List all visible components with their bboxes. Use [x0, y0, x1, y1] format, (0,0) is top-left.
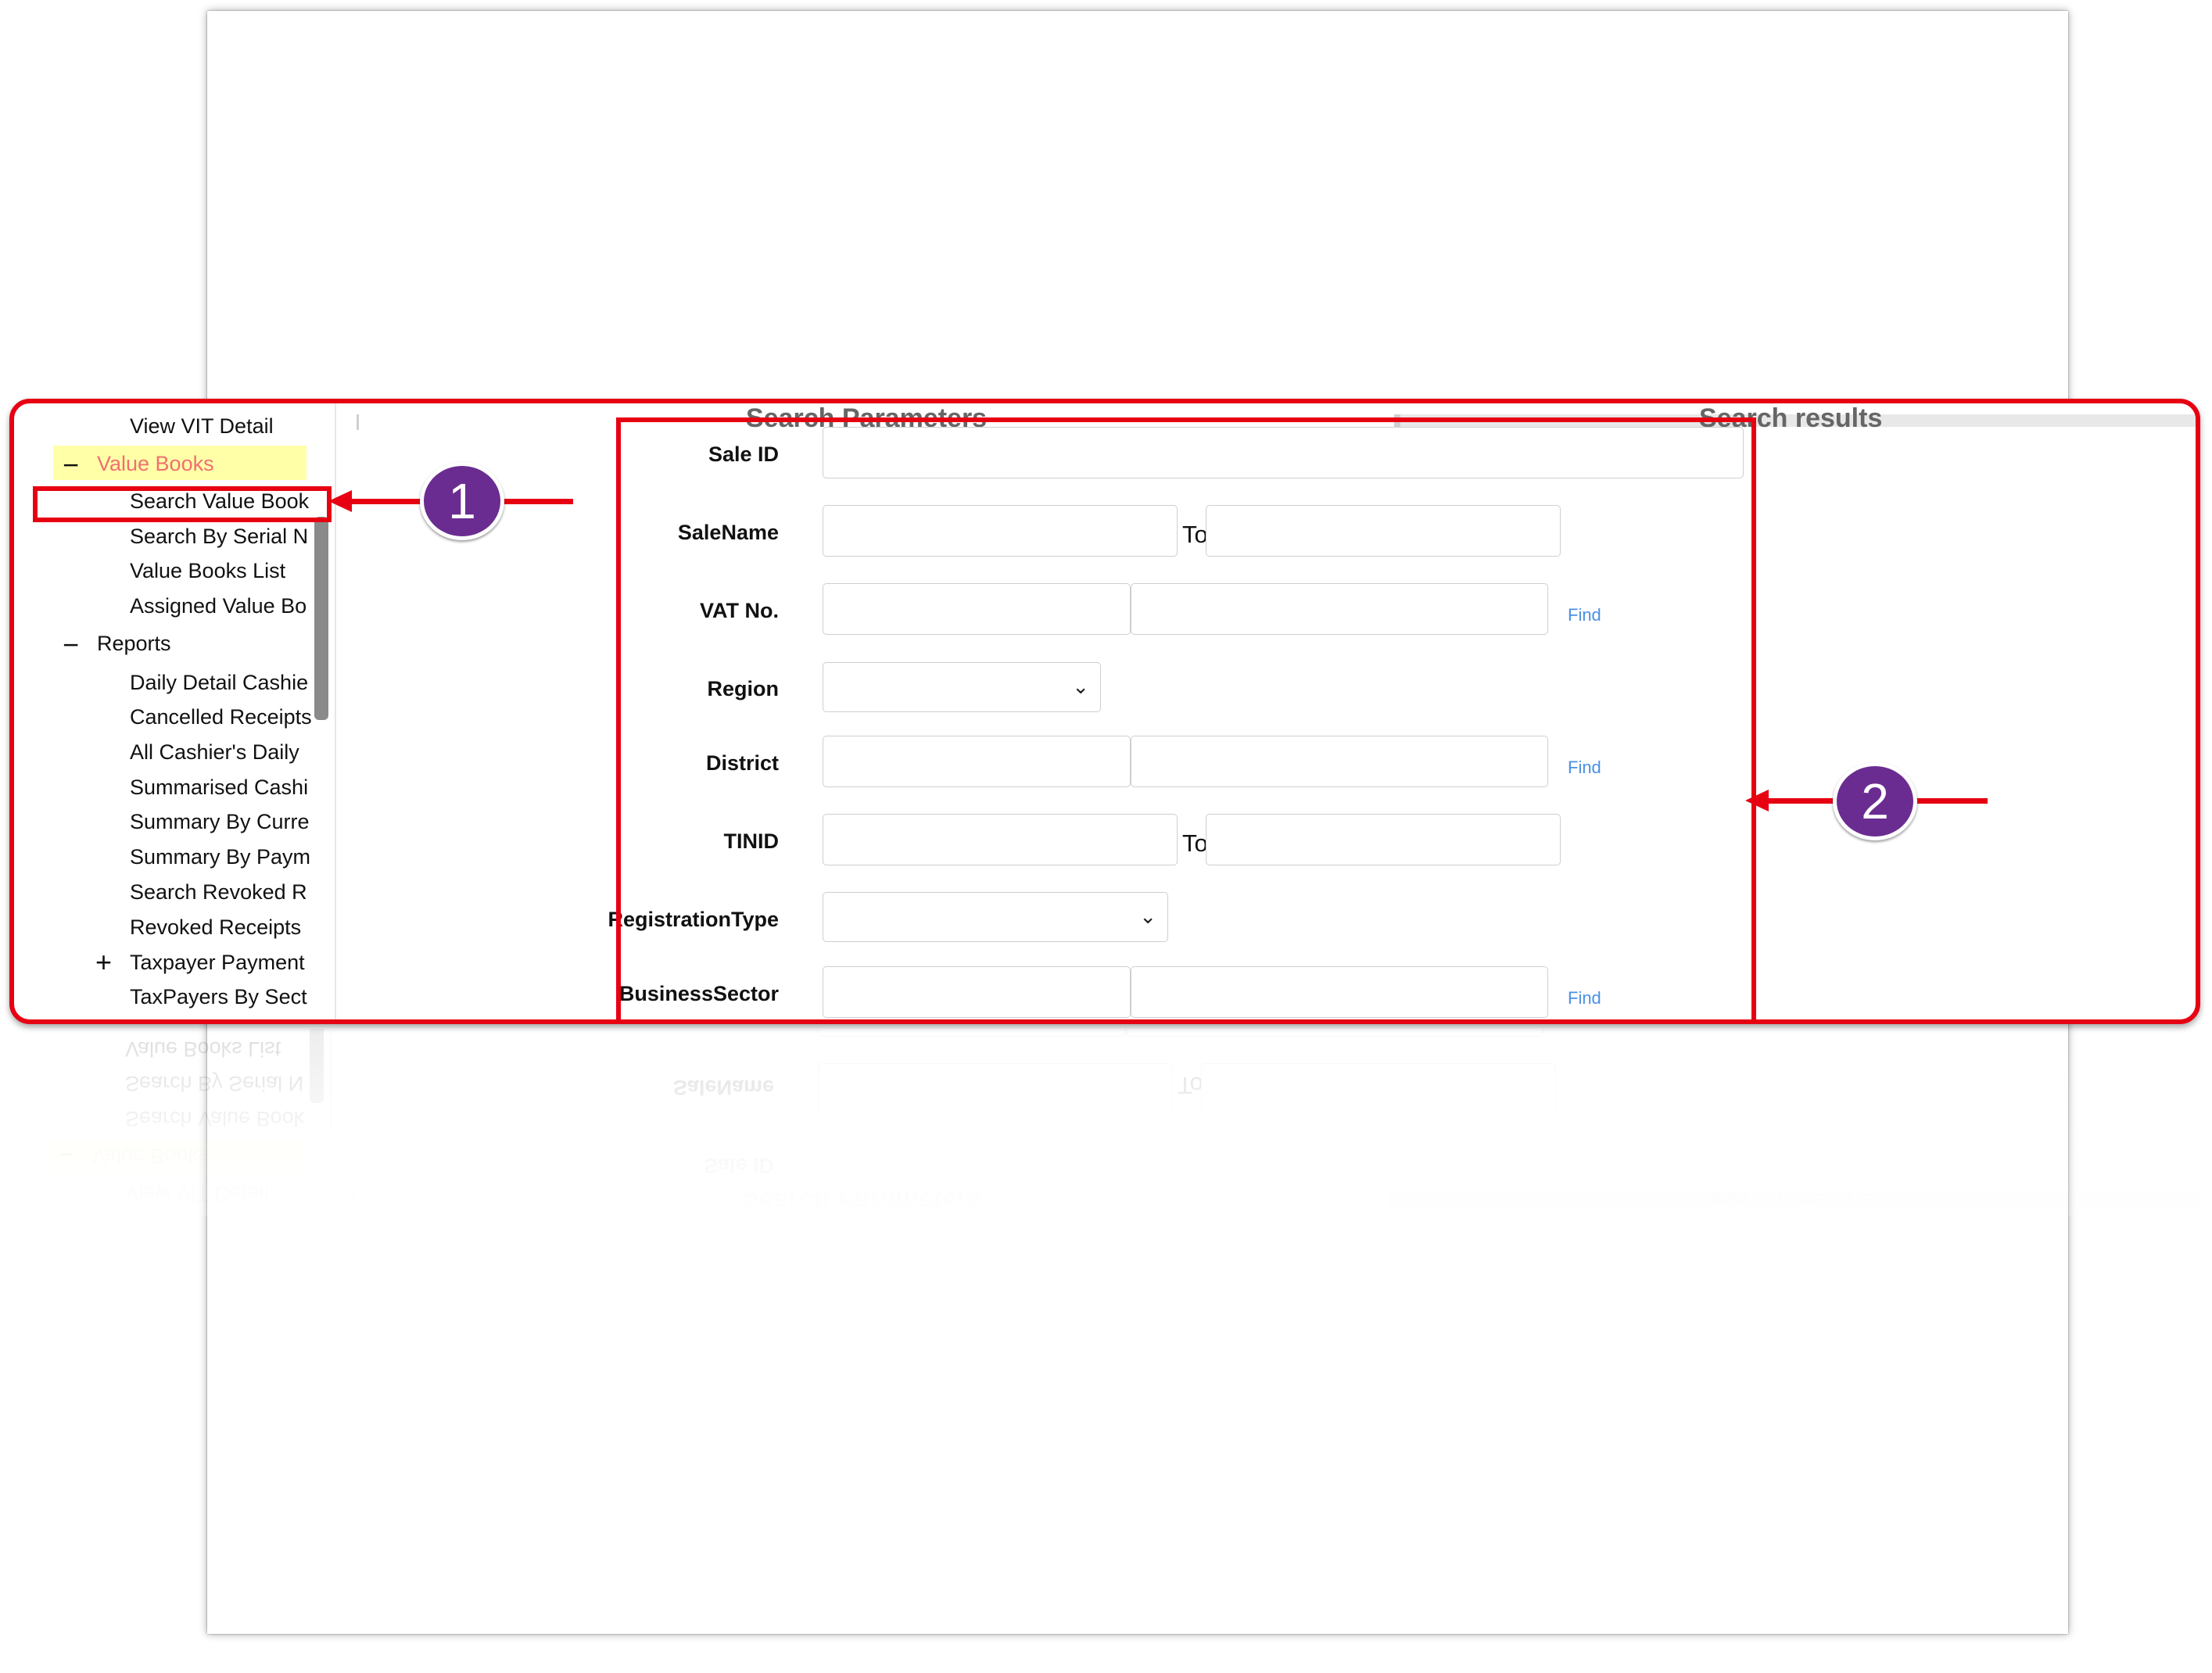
tree-item-taxpayers-by-sector[interactable]: TaxPayers By Sect	[130, 985, 317, 1009]
callout-2-badge: 2	[1833, 762, 1917, 840]
frame-reflection: View VIT Detail − Value Books Search Val…	[9, 1029, 2200, 1216]
expand-icon[interactable]: +	[95, 951, 112, 975]
callout-1-arrow-head	[328, 490, 352, 512]
tree-item-summarised-cashier[interactable]: Summarised Cashi	[130, 776, 317, 800]
tree-node-taxpayer-payment[interactable]: + Taxpayer Payment	[95, 951, 317, 975]
sidebar-scrollbar[interactable]	[314, 517, 328, 720]
tree-item-assigned-value-books[interactable]: Assigned Value Bo	[130, 594, 317, 618]
tree-item-summary-by-currency[interactable]: Summary By Curre	[130, 810, 317, 834]
splitter-handle[interactable]	[357, 414, 359, 430]
callout-1-highlight-box	[33, 486, 332, 522]
tree-item-search-revoked[interactable]: Search Revoked R	[130, 880, 317, 905]
tree-item-daily-detail-cashier[interactable]: Daily Detail Cashie	[130, 671, 317, 695]
tree-item-view-vit-detail[interactable]: View VIT Detail	[130, 414, 274, 439]
tree-node-value-books[interactable]: − Value Books	[63, 452, 214, 476]
tree-item-search-by-serial[interactable]: Search By Serial N	[130, 525, 317, 549]
tree-item-value-books-list[interactable]: Value Books List	[130, 559, 317, 583]
tree-node-reports[interactable]: − Reports	[63, 632, 171, 656]
callout-2-arrow-head	[1745, 790, 1769, 811]
collapse-icon[interactable]: −	[63, 632, 79, 656]
callout-1-badge: 1	[420, 462, 504, 540]
tree-item-summary-by-payment[interactable]: Summary By Paym	[130, 845, 317, 869]
tree-item-cancelled-receipts[interactable]: Cancelled Receipts	[130, 705, 317, 729]
callout-2-highlight-box	[616, 417, 1756, 1019]
tree-item-revoked-receipts[interactable]: Revoked Receipts	[130, 915, 317, 940]
tree-item-all-cashiers-daily[interactable]: All Cashier's Daily	[130, 740, 317, 765]
collapse-icon[interactable]: −	[63, 452, 79, 476]
